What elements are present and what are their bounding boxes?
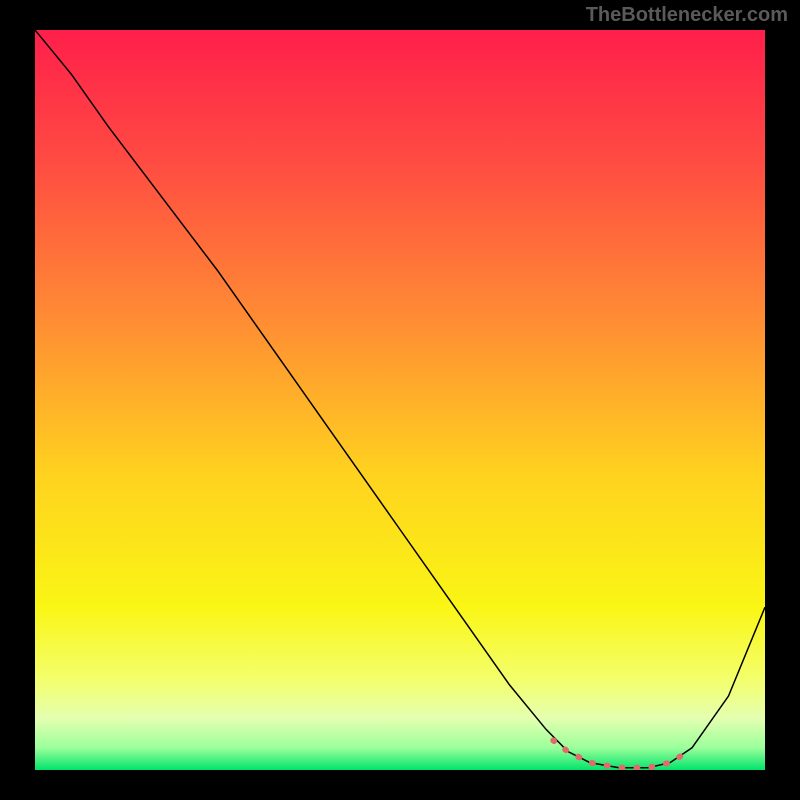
chart-svg bbox=[35, 30, 765, 770]
gradient-background bbox=[35, 30, 765, 770]
bottleneck-chart bbox=[35, 30, 765, 770]
watermark-text: TheBottlenecker.com bbox=[586, 4, 788, 27]
